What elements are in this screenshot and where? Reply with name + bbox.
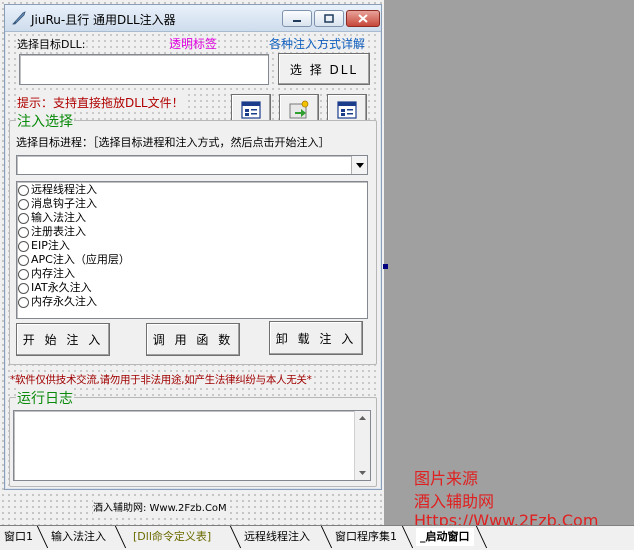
- start-inject-button[interactable]: 开 始 注 入: [16, 323, 110, 356]
- footer-site-label: 酒入辅助网: Www.2Fzb.CoM: [93, 499, 227, 514]
- tab-separator: [114, 526, 127, 548]
- close-button[interactable]: [346, 10, 380, 27]
- chevron-down-icon: [355, 162, 364, 168]
- target-process-label: 选择目标进程：［选择目标进程和注入方式，然后点击开始注入］: [16, 136, 330, 149]
- method-option[interactable]: APC注入（应用层）: [18, 253, 367, 267]
- disclaimer: *软件仅供技术交流,请勿用于非法用途,如产生法律纠纷与本人无关*: [10, 372, 312, 387]
- tab-separator: [320, 526, 333, 548]
- tab-window-assembly[interactable]: 窗口程序集1: [335, 528, 397, 546]
- tab-remote-thread-inject[interactable]: 远程线程注入: [244, 528, 310, 546]
- resize-handle[interactable]: [383, 264, 388, 269]
- scroll-up-icon: [359, 416, 366, 420]
- tab-dll-command-table[interactable]: [Dll命令定义表]: [133, 528, 211, 546]
- method-option-label: 输入法注入: [31, 211, 86, 224]
- inject-group-title: 注入选择: [16, 111, 74, 131]
- method-option[interactable]: 消息钩子注入: [18, 197, 367, 211]
- method-option[interactable]: 注册表注入: [18, 225, 367, 239]
- tab-startup-window[interactable]: _启动窗口: [416, 528, 474, 546]
- process-select[interactable]: [16, 155, 368, 175]
- select-dll-button[interactable]: 选 择 DLL: [278, 53, 370, 85]
- designer-window[interactable]: JiuRu-且行 通用DLL注入器 选择目标DLL: 透明标签 各种注入方式详解…: [4, 4, 382, 490]
- unload-inject-button[interactable]: 卸 载 注 入: [269, 321, 363, 355]
- log-group-title: 运行日志: [16, 388, 74, 408]
- window-title: JiuRu-且行 通用DLL注入器: [31, 13, 176, 27]
- feather-pen-icon: [12, 11, 26, 25]
- radio-button-icon[interactable]: [18, 212, 29, 224]
- maximize-button[interactable]: [314, 10, 344, 27]
- method-option-label: EIP注入: [31, 239, 70, 252]
- scroll-down-icon: [359, 471, 366, 475]
- method-option[interactable]: IAT永久注入: [18, 281, 367, 295]
- method-option[interactable]: 输入法注入: [18, 211, 367, 225]
- injection-methods-link[interactable]: 各种注入方式详解: [269, 35, 365, 52]
- process-arrow-icon: [289, 100, 309, 119]
- title-bar[interactable]: JiuRu-且行 通用DLL注入器: [5, 5, 381, 32]
- radio-button-icon[interactable]: [18, 296, 29, 308]
- window-app-icon: [241, 101, 261, 119]
- method-option[interactable]: EIP注入: [18, 239, 367, 253]
- radio-button-icon[interactable]: [18, 240, 29, 252]
- method-option-label: 注册表注入: [31, 225, 86, 238]
- method-option-label: 远程线程注入: [31, 183, 97, 196]
- call-function-button[interactable]: 调 用 函 数: [146, 323, 240, 356]
- method-option-label: 内存永久注入: [31, 295, 97, 308]
- radio-button-icon[interactable]: [18, 282, 29, 294]
- log-scrollbar[interactable]: [354, 411, 370, 480]
- watermark-line-2: 酒入辅助网: [414, 492, 495, 511]
- method-option[interactable]: 内存注入: [18, 267, 367, 281]
- tab-separator: [229, 526, 242, 548]
- window-app-icon: [337, 101, 357, 119]
- method-option[interactable]: 内存永久注入: [18, 295, 367, 309]
- radio-button-icon[interactable]: [18, 226, 29, 238]
- radio-button-icon[interactable]: [18, 268, 29, 280]
- designer-tab-bar: 窗口1 输入法注入 [Dll命令定义表] 远程线程注入 窗口程序集1 _启动窗口: [0, 525, 634, 550]
- tab-separator: [36, 526, 49, 548]
- drag-drop-tip: 提示：支持直接拖放DLL文件！: [17, 94, 184, 111]
- method-option-label: 消息钩子注入: [31, 197, 97, 210]
- dropdown-arrow-button[interactable]: [351, 156, 367, 174]
- watermark-line-1: 图片来源: [414, 469, 479, 488]
- method-option-label: APC注入（应用层）: [31, 253, 130, 266]
- radio-button-icon[interactable]: [18, 254, 29, 266]
- tab-separator: [475, 526, 488, 548]
- minimize-button[interactable]: [282, 10, 312, 27]
- tab-window1[interactable]: 窗口1: [4, 528, 33, 546]
- method-option-label: IAT永久注入: [31, 281, 92, 294]
- close-icon: [358, 14, 368, 23]
- tab-input-method-inject[interactable]: 输入法注入: [51, 528, 106, 546]
- maximize-icon: [324, 14, 334, 23]
- radio-button-icon[interactable]: [18, 184, 29, 196]
- transparent-label: 透明标签: [169, 37, 218, 51]
- radio-button-icon[interactable]: [18, 198, 29, 210]
- dll-select-label: 选择目标DLL:: [17, 36, 86, 52]
- minimize-icon: [293, 19, 301, 22]
- method-option[interactable]: 远程线程注入: [18, 183, 367, 197]
- method-list: 远程线程注入 消息钩子注入 输入法注入 注册表注入 EIP注入 APC注入（应用层） 内存注…: [16, 181, 368, 319]
- log-textarea[interactable]: [13, 410, 371, 481]
- method-option-label: 内存注入: [31, 267, 75, 280]
- tab-separator: [401, 526, 414, 548]
- dll-path-input[interactable]: [19, 54, 269, 85]
